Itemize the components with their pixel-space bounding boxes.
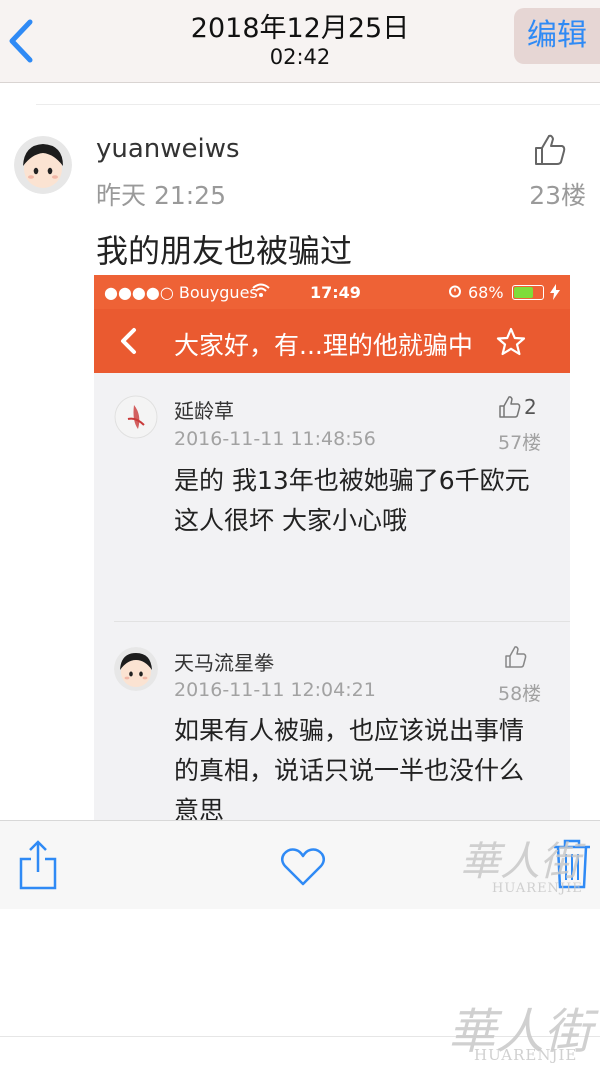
- post-text: 我的朋友也被骗过: [96, 232, 353, 270]
- comment-avatar[interactable]: [114, 647, 158, 691]
- post-username[interactable]: yuanweiws: [96, 134, 240, 164]
- post-floor: 23楼: [529, 181, 586, 210]
- post-time: 昨天 21:25: [96, 181, 226, 210]
- photo-date: 2018年12月25日: [190, 13, 410, 44]
- comment-text-line: 这人很坏 大家小心哦: [174, 506, 407, 535]
- photo-time: 02:42: [269, 45, 331, 69]
- embedded-thread-title: 大家好，有...理的他就骗中: [174, 331, 473, 360]
- comment-divider: [114, 621, 570, 622]
- comment-text-line: 意思: [174, 796, 225, 820]
- back-chevron-icon[interactable]: [118, 327, 138, 355]
- charging-icon: [550, 284, 560, 300]
- embedded-status-bar: ●●●●○ Bouygues 17:49 68%: [94, 275, 570, 309]
- comment-like-count: 2: [524, 395, 537, 419]
- watermark-text: HUARENJIE: [492, 881, 583, 896]
- embedded-screenshot: ●●●●○ Bouygues 17:49 68% 大家好，有...理的他就骗中: [94, 275, 570, 820]
- thumbs-up-icon[interactable]: [532, 132, 568, 168]
- battery-icon: [512, 285, 544, 300]
- wifi-icon: [252, 283, 270, 297]
- comment-text-line: 是的 我13年也被她骗了6千欧元: [174, 466, 530, 495]
- comment-time: 2016-11-11 11:48:56: [174, 428, 376, 450]
- status-time: 17:49: [310, 283, 361, 302]
- share-icon[interactable]: [18, 839, 58, 891]
- heart-icon[interactable]: [280, 847, 326, 887]
- comment-floor: 58楼: [498, 683, 542, 705]
- photo-top-bar: 2018年12月25日 02:42 编辑: [0, 0, 600, 83]
- alarm-icon: [449, 285, 461, 298]
- carrier-label: ●●●●○ Bouygues: [104, 283, 258, 302]
- watermark-logo: 華人街: [460, 839, 580, 885]
- comment-text: 是的 我13年也被她骗了6千欧元 这人很坏 大家小心哦: [174, 461, 530, 541]
- photo-bottom-toolbar: 華人街 HUARENJIE: [0, 820, 600, 909]
- comment-time: 2016-11-11 12:04:21: [174, 679, 376, 701]
- thumbs-up-icon[interactable]: [498, 395, 522, 419]
- comment-username[interactable]: 天马流星拳: [174, 647, 274, 676]
- comment-username[interactable]: 延龄草: [174, 395, 234, 424]
- battery-percent: 68%: [468, 283, 504, 302]
- avatar[interactable]: [14, 136, 72, 194]
- star-icon[interactable]: [496, 327, 526, 357]
- comment-avatar[interactable]: [114, 395, 158, 439]
- comment-text-line: 的真相，说话只说一半也没什么: [174, 756, 525, 785]
- divider: [36, 104, 600, 105]
- comment-floor: 57楼: [498, 432, 542, 454]
- edit-button[interactable]: 编辑: [514, 8, 600, 64]
- comment-text-line: 如果有人被骗，也应该说出事情: [174, 716, 525, 745]
- comment-text: 如果有人被骗，也应该说出事情 的真相，说话只说一半也没什么 意思: [174, 711, 524, 820]
- watermark-text: HUARENJIE: [474, 1046, 578, 1064]
- embedded-nav-bar: 大家好，有...理的他就骗中: [94, 309, 570, 373]
- thumbs-up-icon[interactable]: [504, 645, 528, 669]
